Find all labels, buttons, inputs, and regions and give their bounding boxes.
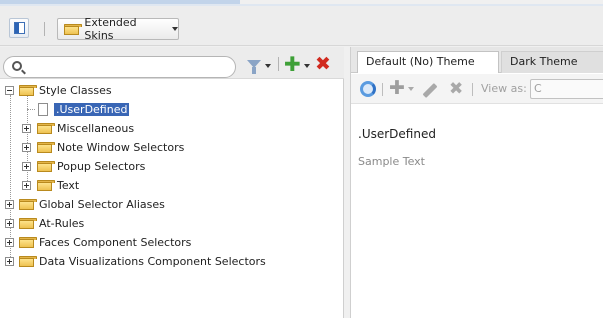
folder-icon: [37, 123, 55, 134]
filter-dropdown-icon[interactable]: [265, 64, 271, 68]
tree-item-label: Miscellaneous: [57, 122, 135, 135]
chevron-down-icon: [172, 27, 178, 31]
tree-item-faces-component-selectors[interactable]: Faces Component Selectors: [0, 233, 344, 252]
expand-icon[interactable]: [5, 257, 14, 266]
folder-icon: [37, 142, 55, 153]
preview-sample-text: Sample Text: [358, 155, 425, 168]
delete-icon[interactable]: ✖: [315, 54, 331, 74]
expand-icon[interactable]: [5, 219, 14, 228]
expand-icon[interactable]: [22, 124, 31, 133]
edit-icon[interactable]: [422, 83, 438, 98]
toolbar-separator: [44, 22, 45, 36]
skin-selector-dropdown[interactable]: Extended Skins: [57, 16, 179, 42]
tree-item-popup-selectors[interactable]: Popup Selectors: [0, 157, 344, 176]
filter-icon[interactable]: [247, 60, 261, 74]
tree-item-label: Text: [57, 179, 80, 192]
view-as-select[interactable]: C: [530, 79, 603, 99]
tree-item-miscellaneous[interactable]: Miscellaneous: [0, 119, 344, 138]
tree-item-note-window-selectors[interactable]: Note Window Selectors: [0, 138, 344, 157]
search-input[interactable]: [3, 56, 236, 78]
tree-item-label: .UserDefined: [54, 103, 130, 116]
document-icon: [38, 103, 48, 116]
tree-item-data-visualizations-component-selectors[interactable]: Data Visualizations Component Selectors: [0, 252, 344, 271]
folder-icon: [19, 256, 37, 267]
main-toolbar: Extended Skins: [0, 6, 603, 46]
tree-item-style-classes[interactable]: Style Classes: [0, 81, 344, 100]
toggle-panel-button[interactable]: [9, 18, 29, 38]
tab-default-no-theme[interactable]: Default (No) Theme: [357, 51, 499, 73]
view-as-label: View as:: [481, 82, 527, 95]
tree-toolbar-separator: [278, 57, 279, 71]
tree-item-label: Global Selector Aliases: [39, 198, 165, 211]
add-icon[interactable]: ✚: [389, 79, 405, 98]
tree-item-label: At-Rules: [39, 217, 85, 230]
tree-item-label: Style Classes: [39, 84, 112, 97]
tab-dark-theme[interactable]: Dark Theme: [501, 51, 603, 73]
delete-icon[interactable]: ✖: [449, 80, 463, 98]
tree-toolbar: ✚ ✖: [0, 47, 344, 79]
tree-item-label: Faces Component Selectors: [39, 236, 192, 249]
refresh-icon[interactable]: [360, 81, 376, 97]
panel-layout-icon: [14, 22, 25, 34]
folder-icon: [19, 218, 37, 229]
tree-item-at-rules[interactable]: At-Rules: [0, 214, 344, 233]
toolbar-separator: [472, 83, 473, 96]
folder-icon: [19, 237, 37, 248]
folder-icon: [37, 180, 55, 191]
tree-item-label: Note Window Selectors: [57, 141, 185, 154]
folder-icon: [64, 23, 82, 35]
theme-preview-panel: Default (No) Theme Dark Theme ✚ ✖ View a…: [350, 47, 603, 318]
expand-icon[interactable]: [5, 200, 14, 209]
tree-item-global-selector-aliases[interactable]: Global Selector Aliases: [0, 195, 344, 214]
skin-selector-label: Extended Skins: [84, 16, 137, 42]
tree-item-label: Data Visualizations Component Selectors: [39, 255, 266, 268]
add-icon[interactable]: ✚: [284, 54, 301, 74]
expand-icon[interactable]: [22, 162, 31, 171]
toolbar-separator: [382, 83, 383, 96]
expand-icon[interactable]: [22, 143, 31, 152]
preview-toolbar: ✚ ✖ View as: C: [351, 74, 603, 104]
style-tree: Style Classes .UserDefined Miscellaneous…: [0, 81, 344, 271]
tree-item-label: Popup Selectors: [57, 160, 146, 173]
tree-item-userdefined[interactable]: .UserDefined: [0, 100, 344, 119]
expand-icon[interactable]: [5, 238, 14, 247]
folder-icon: [37, 161, 55, 172]
expand-icon[interactable]: [22, 181, 31, 190]
search-icon: [12, 61, 22, 71]
tree-item-text[interactable]: Text: [0, 176, 344, 195]
preview-selector-name: .UserDefined: [358, 127, 436, 141]
theme-tabs: Default (No) Theme Dark Theme: [351, 47, 603, 73]
open-folder-icon: [19, 85, 37, 96]
add-dropdown-icon[interactable]: [304, 64, 310, 68]
style-tree-panel: ✚ ✖ Style Classes .UserDefined Miscellan…: [0, 47, 344, 318]
folder-icon: [19, 199, 37, 210]
add-dropdown-icon[interactable]: [408, 87, 414, 91]
collapse-icon[interactable]: [5, 86, 14, 95]
